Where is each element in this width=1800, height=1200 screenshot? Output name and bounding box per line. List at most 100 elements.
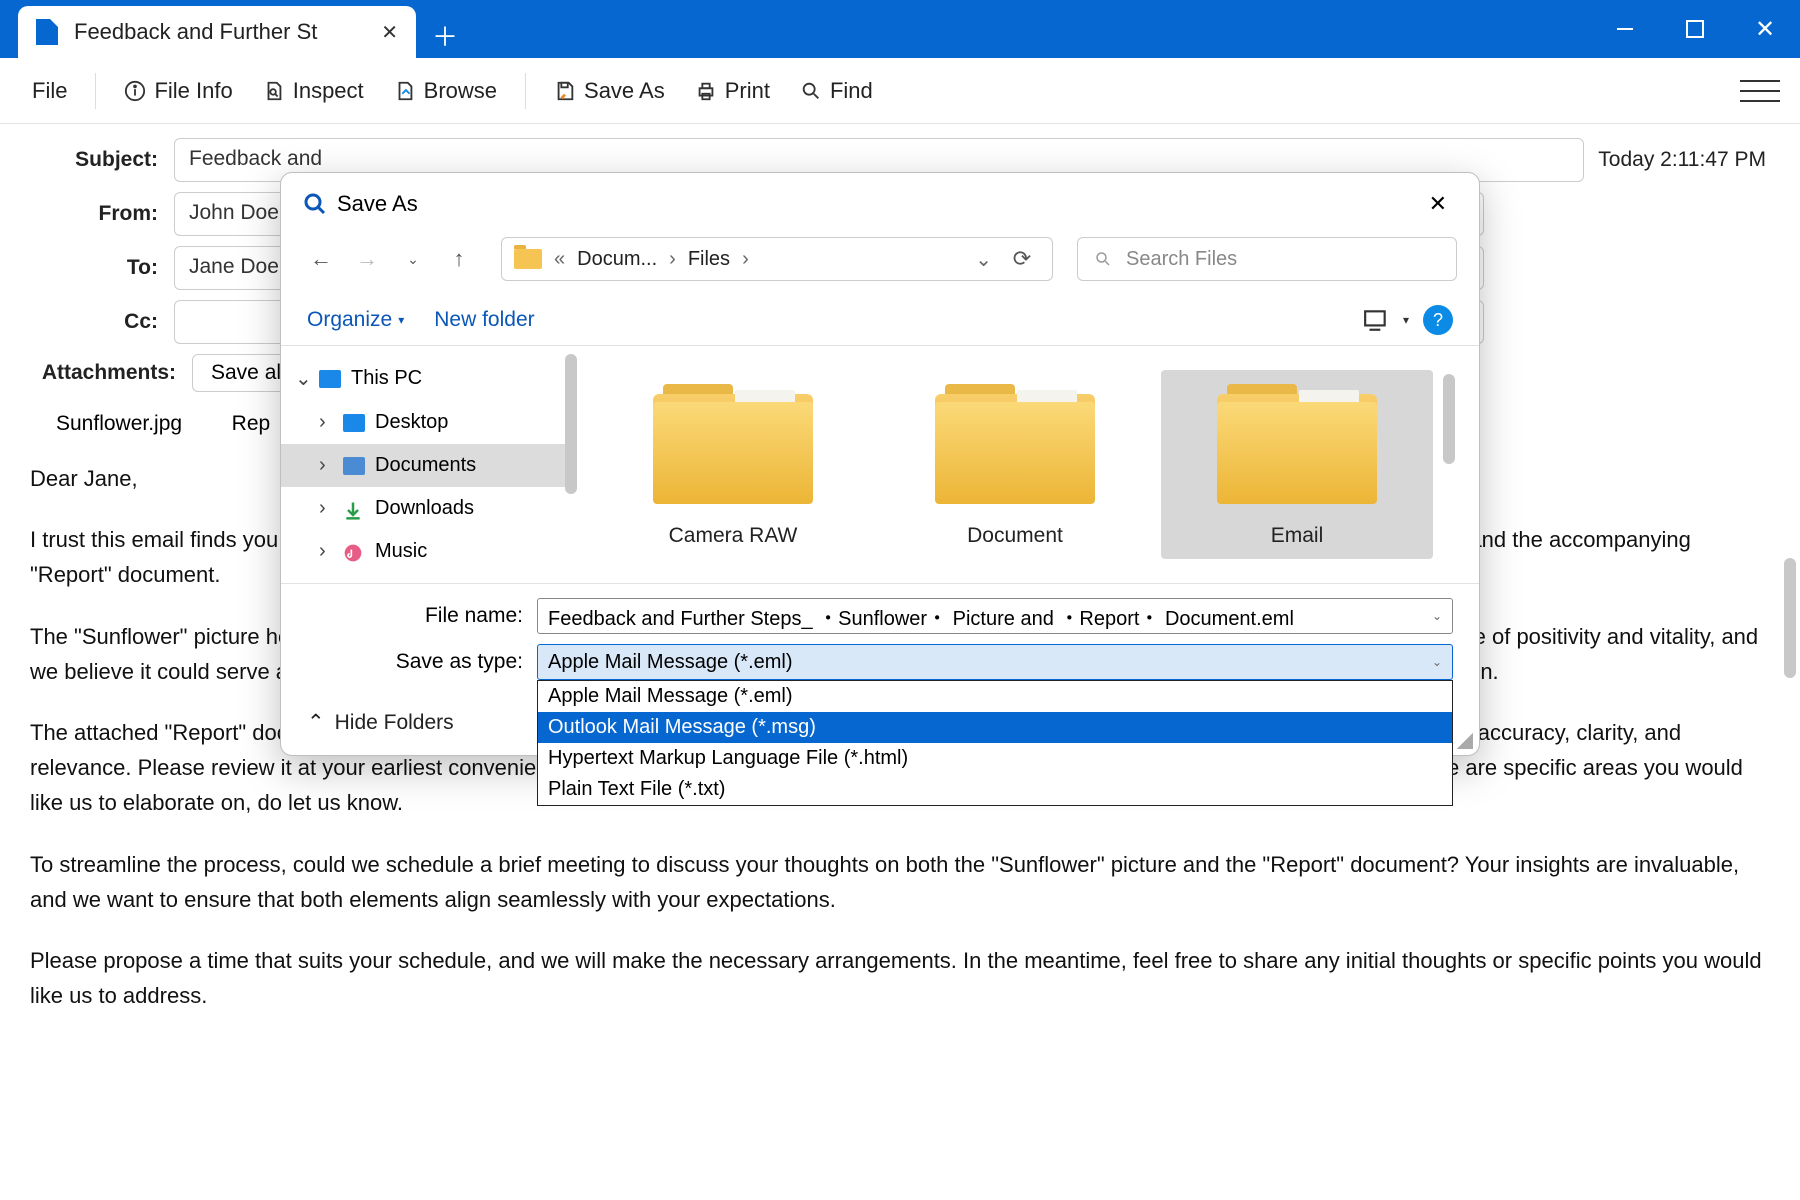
folder-item[interactable]: Document bbox=[879, 370, 1151, 559]
save-as-dialog: Save As ✕ ← → ⌄ ↑ « Docum... › Files › ⌄… bbox=[280, 172, 1480, 756]
subject-label: Subject: bbox=[24, 148, 174, 172]
folder-grid: Camera RAW Document Email bbox=[577, 346, 1479, 583]
inspect-icon bbox=[263, 80, 285, 102]
chevron-right-icon[interactable]: › bbox=[319, 454, 333, 477]
dialog-app-icon bbox=[303, 192, 327, 216]
breadcrumb-bar[interactable]: « Docum... › Files › ⌄ ⟳ bbox=[501, 237, 1053, 281]
inspect-button[interactable]: Inspect bbox=[251, 72, 376, 110]
chevron-right-icon[interactable]: › bbox=[319, 497, 333, 520]
timestamp: Today 2:11:47 PM bbox=[1598, 148, 1776, 172]
view-mode-button[interactable] bbox=[1363, 309, 1389, 331]
resize-grip[interactable] bbox=[1457, 733, 1473, 749]
file-info-button[interactable]: File Info bbox=[112, 72, 244, 110]
folder-item[interactable]: Camera RAW bbox=[597, 370, 869, 559]
search-input[interactable]: Search Files bbox=[1077, 237, 1457, 281]
maximize-button[interactable] bbox=[1660, 0, 1730, 58]
type-option[interactable]: Apple Mail Message (*.eml) bbox=[538, 681, 1452, 712]
dialog-title: Save As bbox=[337, 191, 418, 217]
nav-recent-button[interactable]: ⌄ bbox=[395, 241, 431, 277]
breadcrumb-dropdown-icon[interactable]: ⌄ bbox=[975, 247, 992, 272]
folder-label: Camera RAW bbox=[603, 524, 863, 548]
refresh-button[interactable]: ⟳ bbox=[1004, 241, 1040, 277]
title-bar: Feedback and Further St ✕ ＋ ✕ bbox=[0, 0, 1800, 58]
tree-item-documents[interactable]: › Documents bbox=[281, 444, 565, 487]
downloads-icon bbox=[343, 500, 365, 518]
file-name-input[interactable]: Feedback and Further Steps_ ・Sunflower・ … bbox=[537, 598, 1453, 634]
save-as-button[interactable]: Save As bbox=[542, 72, 677, 110]
browse-icon bbox=[394, 80, 416, 102]
tab-close-icon[interactable]: ✕ bbox=[381, 20, 398, 45]
music-icon bbox=[343, 543, 365, 561]
document-icon bbox=[36, 19, 58, 45]
organize-menu[interactable]: Organize ▾ bbox=[307, 308, 404, 332]
separator bbox=[95, 73, 96, 109]
view-dropdown-icon[interactable]: ▾ bbox=[1403, 313, 1409, 327]
print-icon bbox=[695, 80, 717, 102]
folder-item-selected[interactable]: Email bbox=[1161, 370, 1433, 559]
info-icon bbox=[124, 80, 146, 102]
dropdown-icon[interactable]: ⌄ bbox=[1432, 655, 1442, 669]
search-placeholder: Search Files bbox=[1126, 248, 1237, 271]
nav-forward-button[interactable]: → bbox=[349, 241, 385, 277]
find-icon bbox=[800, 80, 822, 102]
chevron-right-icon: › bbox=[669, 248, 676, 271]
chevron-up-icon: ⌃ bbox=[307, 710, 325, 735]
breadcrumb-segment[interactable]: Docum... bbox=[577, 248, 657, 271]
save-type-label: Save as type: bbox=[307, 650, 537, 674]
dialog-close-button[interactable]: ✕ bbox=[1419, 187, 1457, 221]
hamburger-menu[interactable] bbox=[1740, 76, 1780, 106]
find-button[interactable]: Find bbox=[788, 72, 885, 110]
chevron-down-icon[interactable]: ⌄ bbox=[295, 366, 309, 391]
chevron-right-icon: › bbox=[742, 248, 749, 271]
body-scrollbar[interactable] bbox=[1784, 558, 1796, 678]
dropdown-icon[interactable]: ⌄ bbox=[1432, 609, 1442, 623]
save-type-select[interactable]: Apple Mail Message (*.eml) ⌄ bbox=[537, 644, 1453, 680]
minimize-button[interactable] bbox=[1590, 0, 1660, 58]
folder-icon bbox=[1217, 384, 1377, 504]
folder-label: Document bbox=[885, 524, 1145, 548]
tree-item-this-pc[interactable]: ⌄ This PC bbox=[281, 356, 565, 401]
to-label: To: bbox=[24, 256, 174, 280]
breadcrumb-segment[interactable]: Files bbox=[688, 248, 730, 271]
hide-folders-button[interactable]: ⌃ Hide Folders bbox=[307, 710, 454, 735]
window-controls: ✕ bbox=[1590, 0, 1800, 58]
new-folder-button[interactable]: New folder bbox=[434, 308, 534, 332]
main-toolbar: File File Info Inspect Browse Save As Pr… bbox=[0, 58, 1800, 124]
folder-icon bbox=[653, 384, 813, 504]
folder-icon bbox=[935, 384, 1095, 504]
tree-item-music[interactable]: › Music bbox=[281, 530, 565, 573]
browse-button[interactable]: Browse bbox=[382, 72, 509, 110]
type-option-hover[interactable]: Outlook Mail Message (*.msg) bbox=[538, 712, 1452, 743]
window-tab[interactable]: Feedback and Further St ✕ bbox=[18, 6, 416, 58]
attachment-item[interactable]: Sunflower.jpg bbox=[34, 402, 204, 447]
type-option[interactable]: Plain Text File (*.txt) bbox=[538, 774, 1452, 805]
folder-tree: ⌄ This PC › Desktop › Documents › Downlo… bbox=[281, 346, 565, 583]
folder-icon bbox=[514, 249, 542, 269]
tree-scrollbar[interactable] bbox=[565, 354, 577, 494]
file-name-label: File name: bbox=[307, 604, 537, 628]
chevron-right-icon[interactable]: › bbox=[319, 411, 333, 434]
window-close-button[interactable]: ✕ bbox=[1730, 0, 1800, 58]
save-type-dropdown-list: Apple Mail Message (*.eml) Outlook Mail … bbox=[537, 680, 1453, 806]
cc-label: Cc: bbox=[24, 310, 174, 334]
nav-up-button[interactable]: ↑ bbox=[441, 241, 477, 277]
pc-icon bbox=[319, 370, 341, 388]
search-icon bbox=[1094, 250, 1112, 268]
tree-item-downloads[interactable]: › Downloads bbox=[281, 487, 565, 530]
chevron-icon: « bbox=[554, 248, 565, 271]
type-option[interactable]: Hypertext Markup Language File (*.html) bbox=[538, 743, 1452, 774]
desktop-icon bbox=[343, 414, 365, 432]
separator bbox=[525, 73, 526, 109]
nav-back-button[interactable]: ← bbox=[303, 241, 339, 277]
new-tab-button[interactable]: ＋ bbox=[422, 12, 468, 58]
folder-label: Email bbox=[1167, 524, 1427, 548]
file-menu[interactable]: File bbox=[20, 72, 79, 110]
grid-scrollbar[interactable] bbox=[1443, 374, 1455, 464]
tree-item-desktop[interactable]: › Desktop bbox=[281, 401, 565, 444]
attachments-label: Attachments: bbox=[24, 361, 192, 385]
from-label: From: bbox=[24, 202, 174, 226]
print-button[interactable]: Print bbox=[683, 72, 782, 110]
help-button[interactable]: ? bbox=[1423, 305, 1453, 335]
chevron-right-icon[interactable]: › bbox=[319, 540, 333, 563]
save-icon bbox=[554, 80, 576, 102]
